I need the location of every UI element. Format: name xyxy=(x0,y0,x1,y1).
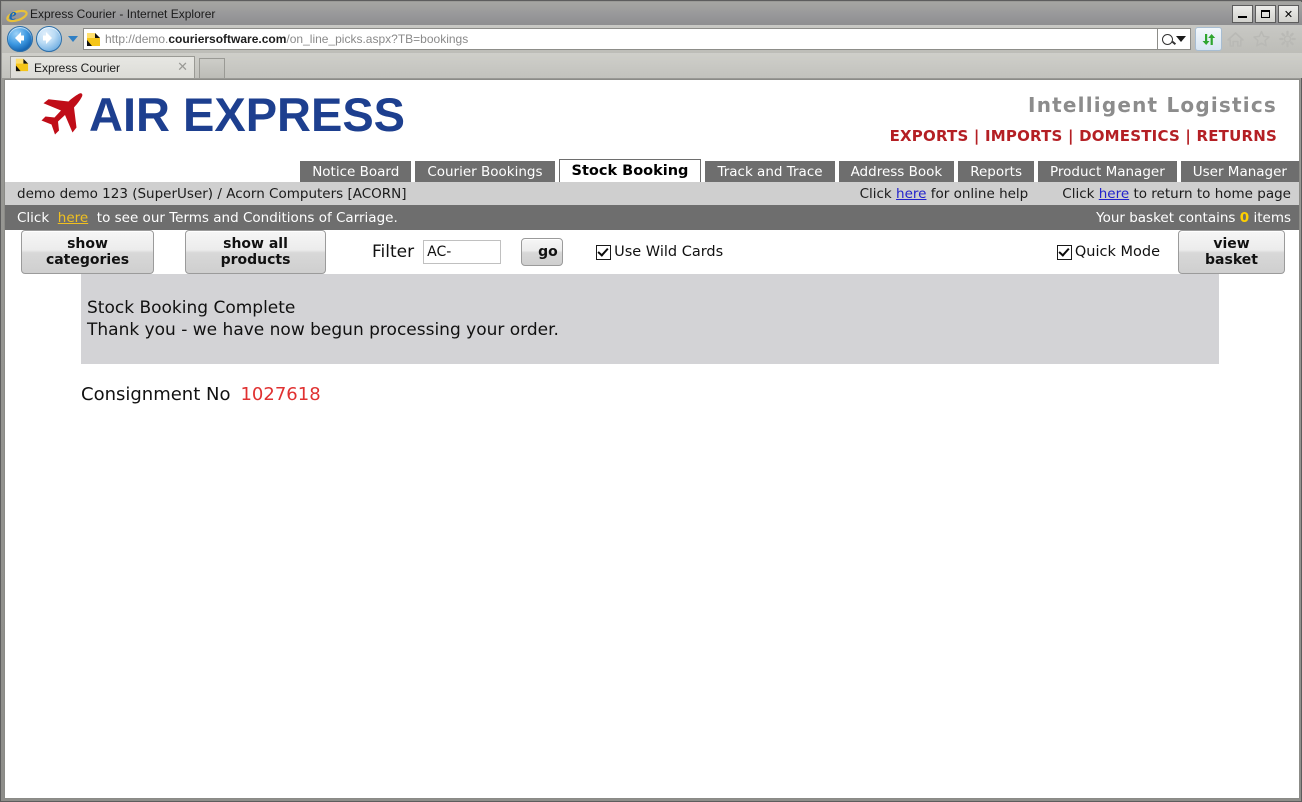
window-controls: ✕ xyxy=(1232,5,1299,23)
consignment-number: 1027618 xyxy=(240,383,321,405)
compatibility-view-icon xyxy=(1202,33,1215,45)
page-favicon-icon xyxy=(86,32,101,47)
tab-favicon-icon xyxy=(15,58,29,77)
close-button[interactable]: ✕ xyxy=(1278,5,1299,23)
tab-track-and-trace[interactable]: Track and Trace xyxy=(705,161,835,182)
chevron-down-icon xyxy=(1176,36,1186,42)
show-all-products-button[interactable]: show all products xyxy=(185,230,326,274)
checkbox-icon xyxy=(596,244,612,260)
info-bar-links: Click here for online help Click here to… xyxy=(860,186,1291,202)
web-page: AIR EXPRESS Intelligent Logistics EXPORT… xyxy=(5,80,1299,798)
confirmation-title: Stock Booking Complete xyxy=(87,298,296,318)
tab-address-book[interactable]: Address Book xyxy=(838,161,955,182)
basket-prefix: Your basket contains xyxy=(1096,209,1240,226)
terms-link[interactable]: here xyxy=(58,210,88,226)
svg-text:e: e xyxy=(9,5,17,24)
browser-tab-strip: Express Courier ✕ xyxy=(2,53,1302,78)
terms-suffix: to see our Terms and Conditions of Carri… xyxy=(92,209,398,226)
tab-stock-booking[interactable]: Stock Booking xyxy=(558,159,702,182)
star-icon xyxy=(1252,30,1270,47)
gear-icon xyxy=(1278,30,1296,48)
address-bar-tools xyxy=(1158,27,1300,51)
search-provider-button[interactable] xyxy=(1158,28,1191,50)
site-logo[interactable]: AIR EXPRESS xyxy=(35,90,405,138)
online-help-link[interactable]: here xyxy=(896,186,926,202)
help-prefix: Click xyxy=(859,185,897,202)
airplane-icon xyxy=(35,90,87,138)
tools-button[interactable] xyxy=(1274,27,1300,51)
home-prefix: Click xyxy=(1062,185,1099,202)
browser-window: e Express Courier - Internet Explorer ✕ xyxy=(0,0,1302,802)
title-bar: e Express Courier - Internet Explorer ✕ xyxy=(2,2,1302,25)
url-input[interactable]: http://demo.couriersoftware.com/on_line_… xyxy=(83,28,1158,50)
browser-tab-label: Express Courier xyxy=(34,60,121,75)
tab-notice-board[interactable]: Notice Board xyxy=(300,161,412,182)
consignment-row: Consignment No 1027618 xyxy=(81,384,1299,405)
filter-label: Filter xyxy=(372,242,415,262)
site-header: AIR EXPRESS Intelligent Logistics EXPORT… xyxy=(5,80,1299,159)
brand-name: AIR EXPRESS xyxy=(89,87,406,141)
current-user-label: demo demo 123 (SuperUser) / Acorn Comput… xyxy=(17,185,407,202)
tab-product-manager[interactable]: Product Manager xyxy=(1038,161,1177,182)
recent-pages-chevron-down-icon[interactable] xyxy=(68,36,78,42)
tab-user-manager[interactable]: User Manager xyxy=(1180,161,1299,182)
back-button[interactable] xyxy=(7,26,33,52)
product-toolbar: show categories show all products Filter… xyxy=(5,230,1299,274)
home-page-link[interactable]: here xyxy=(1099,186,1129,202)
window-frame: e Express Courier - Internet Explorer ✕ xyxy=(0,0,1302,802)
close-icon: ✕ xyxy=(1283,7,1294,21)
home-suffix: to return to home page xyxy=(1129,185,1291,202)
online-help-text: Click here for online help xyxy=(860,186,1029,202)
new-tab-button[interactable] xyxy=(199,58,225,78)
user-info-bar: demo demo 123 (SuperUser) / Acorn Comput… xyxy=(5,182,1299,205)
terms-prefix: Click xyxy=(17,209,54,226)
tab-close-icon[interactable]: ✕ xyxy=(175,60,190,75)
url-prefix: http://demo. xyxy=(105,32,169,46)
view-basket-button[interactable]: view basket xyxy=(1178,230,1285,274)
home-icon xyxy=(1226,31,1244,47)
tab-reports[interactable]: Reports xyxy=(958,161,1035,182)
window-title: Express Courier - Internet Explorer xyxy=(30,6,216,21)
forward-button[interactable] xyxy=(36,26,62,52)
use-wild-cards-label: Use Wild Cards xyxy=(614,244,724,260)
confirmation-panel: Stock Booking Complete Thank you - we ha… xyxy=(81,274,1219,364)
terms-text: Click here to see our Terms and Conditio… xyxy=(17,210,398,226)
url-text: http://demo.couriersoftware.com/on_line_… xyxy=(105,32,468,46)
show-categories-button[interactable]: show categories xyxy=(21,230,154,274)
address-bar: http://demo.couriersoftware.com/on_line_… xyxy=(2,25,1302,53)
confirmation-subtitle: Thank you - we have now begun processing… xyxy=(87,319,559,340)
minimize-button[interactable] xyxy=(1232,5,1253,23)
url-domain: couriersoftware.com xyxy=(168,32,287,46)
checkbox-icon xyxy=(1056,244,1072,260)
help-suffix: for online help xyxy=(926,185,1029,202)
internet-explorer-icon: e xyxy=(6,4,28,24)
search-icon xyxy=(1162,33,1173,45)
go-button[interactable]: go xyxy=(521,238,564,266)
page-viewport: AIR EXPRESS Intelligent Logistics EXPORT… xyxy=(4,79,1300,799)
url-suffix: /on_line_picks.aspx?TB=bookings xyxy=(286,32,469,46)
terms-basket-bar: Click here to see our Terms and Conditio… xyxy=(5,205,1299,230)
favorites-button[interactable] xyxy=(1248,27,1274,51)
page-content: Stock Booking Complete Thank you - we ha… xyxy=(5,274,1299,405)
use-wild-cards-checkbox[interactable]: Use Wild Cards xyxy=(596,244,723,260)
home-button[interactable] xyxy=(1222,27,1248,51)
compatibility-view-button[interactable] xyxy=(1195,27,1222,51)
quick-mode-label: Quick Mode xyxy=(1074,244,1160,260)
maximize-button[interactable] xyxy=(1255,5,1276,23)
tab-courier-bookings[interactable]: Courier Bookings xyxy=(415,161,555,182)
basket-suffix: items xyxy=(1249,209,1291,226)
consignment-label: Consignment No xyxy=(81,383,231,405)
service-links[interactable]: EXPORTS | IMPORTS | DOMESTICS | RETURNS xyxy=(890,127,1277,145)
basket-status: Your basket contains 0 items xyxy=(1096,210,1291,226)
browser-tab-express-courier[interactable]: Express Courier ✕ xyxy=(10,56,195,78)
site-tagline: Intelligent Logistics xyxy=(1028,93,1277,117)
home-page-text: Click here to return to home page xyxy=(1062,186,1291,202)
filter-input[interactable] xyxy=(423,240,502,264)
quick-mode-checkbox[interactable]: Quick Mode xyxy=(1056,244,1160,260)
basket-count: 0 xyxy=(1239,209,1250,226)
main-tab-nav: Notice Board Courier Bookings Stock Book… xyxy=(5,159,1299,182)
